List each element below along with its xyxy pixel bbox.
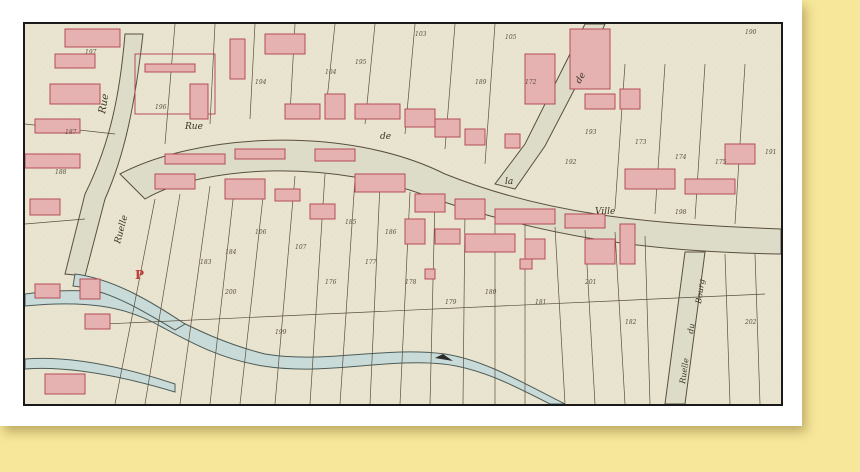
parcel-number: 195	[355, 59, 367, 66]
parcel-number: 188	[55, 169, 67, 176]
parcel-number: 183	[200, 259, 212, 266]
parcel-number: 185	[345, 219, 357, 226]
parcel-number: 104	[325, 69, 337, 76]
parcel-number: 178	[405, 279, 417, 286]
parcel-number: 202	[744, 319, 757, 326]
parcel-number: 190	[745, 29, 757, 36]
parcel-number: 184	[225, 249, 237, 256]
parcel-number: 105	[505, 34, 517, 41]
parcel-number: 107	[295, 244, 307, 251]
parcel-number: 186	[385, 229, 397, 236]
parcel-number: 176	[325, 279, 337, 286]
parcel-number: 172	[525, 79, 537, 86]
label-main-de: de	[380, 132, 391, 142]
map-canvas: Rue Rue de la Ville de Ruelle Ruelle du …	[25, 24, 781, 404]
parcel-number: 106	[255, 229, 267, 236]
map-frame: Rue Rue de la Ville de Ruelle Ruelle du …	[0, 0, 802, 426]
parcel-number: 182	[625, 319, 637, 326]
marker-letter: P	[135, 268, 144, 282]
parcel-number: 103	[415, 31, 427, 38]
parcel-number: 181	[535, 299, 546, 306]
parcel-number: 194	[255, 79, 267, 86]
parcel-number: 189	[475, 79, 487, 86]
parcel-number: 198	[675, 209, 687, 216]
parcel-number: 173	[635, 139, 647, 146]
parcel-number: 197	[85, 49, 97, 56]
parcel-number: 180	[485, 289, 497, 296]
label-main-rue: Rue	[184, 122, 203, 132]
label-main-ville: Ville	[595, 207, 615, 217]
parcel-number: 179	[445, 299, 457, 306]
parcel-number: 192	[565, 159, 577, 166]
parcel-number: 174	[675, 154, 687, 161]
parcel-number: 196	[155, 104, 167, 111]
parcel-number: 201	[584, 279, 596, 286]
parcel-number: 177	[365, 259, 377, 266]
parcel-number: 191	[765, 149, 776, 156]
parcel-number: 199	[275, 329, 287, 336]
parcel-number: 175	[715, 159, 727, 166]
parcel-number: 200	[224, 289, 237, 296]
label-du: du	[686, 323, 696, 334]
label-main-la: la	[505, 177, 513, 187]
cadastral-map[interactable]: Rue Rue de la Ville de Ruelle Ruelle du …	[23, 22, 783, 406]
parcel-number: 193	[585, 129, 597, 136]
parcel-number: 187	[65, 129, 77, 136]
